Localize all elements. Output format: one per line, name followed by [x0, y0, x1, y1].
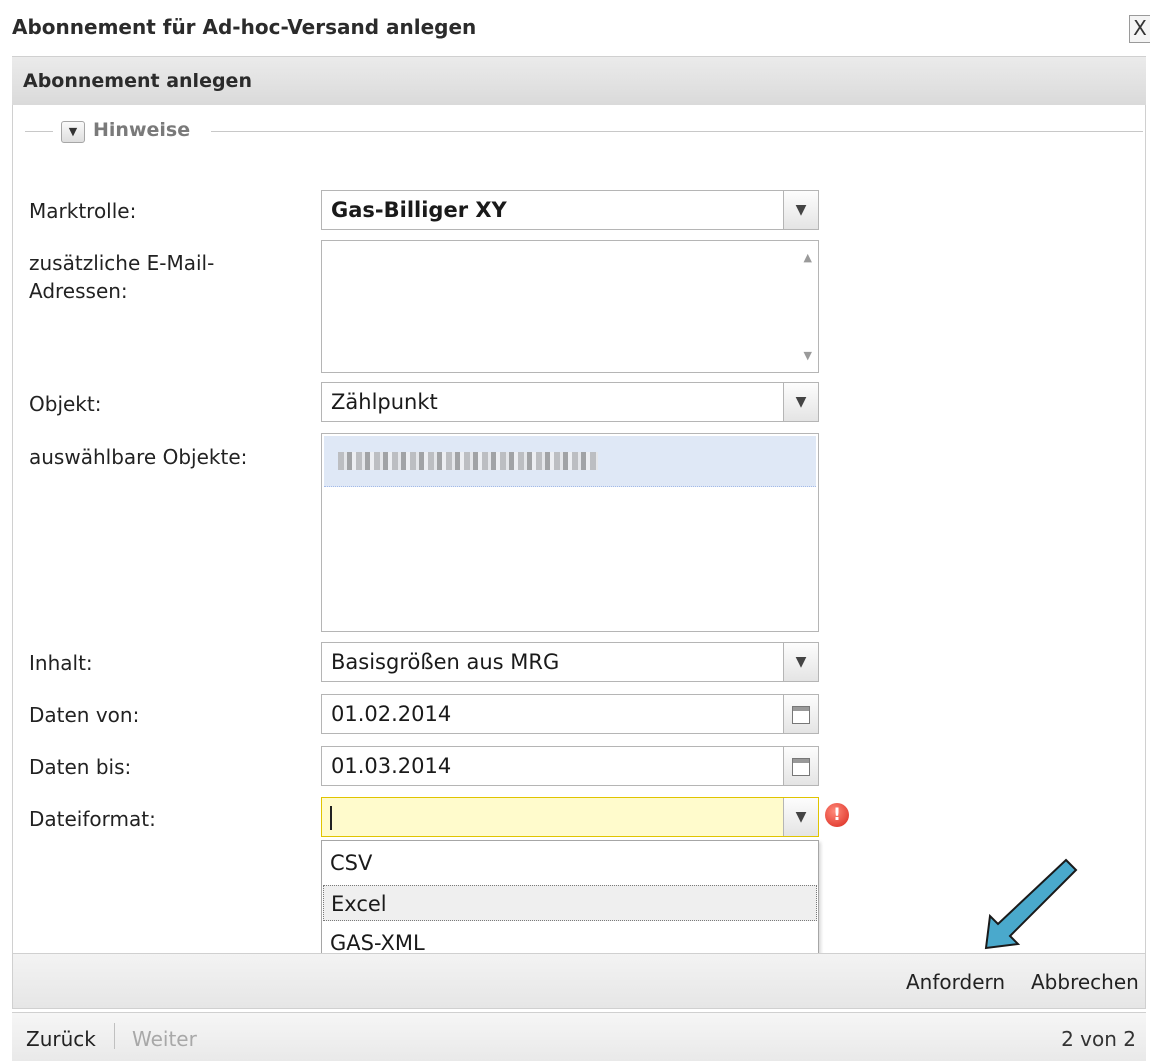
label-email-addresses-line2: Adressen: — [29, 279, 128, 303]
label-inhalt: Inhalt: — [29, 651, 93, 675]
label-objekt: Objekt: — [29, 392, 102, 416]
back-button[interactable]: Zurück — [26, 1027, 96, 1051]
abbrechen-button[interactable]: Abbrechen — [1031, 970, 1139, 994]
page-indicator: 2 von 2 — [1061, 1027, 1136, 1051]
list-item-selected[interactable] — [324, 436, 816, 487]
nav-separator — [114, 1023, 115, 1049]
objekt-combobox[interactable]: Zählpunkt ▼ — [321, 382, 819, 422]
label-email-addresses-line1: zusätzliche E-Mail- — [29, 251, 215, 275]
close-icon: X — [1133, 16, 1147, 40]
objekt-dropdown-trigger[interactable]: ▼ — [783, 383, 818, 421]
annotation-arrow-icon — [984, 858, 1078, 950]
fieldset-line-left — [25, 131, 53, 132]
dateiformat-options-list: CSV Excel GAS-XML — [321, 840, 819, 966]
chevron-down-icon: ▼ — [795, 809, 807, 825]
chevron-down-icon: ▼ — [795, 654, 807, 670]
email-addresses-textarea[interactable]: ▲ ▼ — [321, 240, 819, 373]
dialog-window: Abonnement für Ad-hoc-Versand anlegen X … — [8, 0, 1150, 1061]
label-dateiformat: Dateiformat: — [29, 807, 156, 831]
option-csv[interactable]: CSV — [323, 845, 817, 881]
dateiformat-dropdown-trigger[interactable]: ▼ — [783, 798, 818, 836]
marktrolle-value: Gas-Billiger XY — [331, 198, 507, 222]
daten-von-datefield[interactable]: 01.02.2014 — [321, 694, 819, 734]
panel-header: Abonnement anlegen — [12, 56, 1146, 106]
fieldset-toggle-button[interactable]: ▼ — [61, 121, 85, 143]
close-button[interactable]: X — [1129, 15, 1150, 43]
marktrolle-dropdown-trigger[interactable]: ▼ — [783, 191, 818, 229]
label-auswaehlbare-objekte: auswählbare Objekte: — [29, 445, 248, 469]
text-caret — [330, 806, 332, 830]
calendar-icon — [792, 706, 810, 724]
label-daten-von: Daten von: — [29, 703, 140, 727]
option-excel[interactable]: Excel — [323, 885, 817, 921]
inhalt-dropdown-trigger[interactable]: ▼ — [783, 643, 818, 681]
dialog-titlebar: Abonnement für Ad-hoc-Versand anlegen X — [8, 0, 1150, 56]
daten-bis-datefield[interactable]: 01.03.2014 — [321, 746, 819, 786]
fieldset-line-right — [211, 131, 1143, 132]
inhalt-value: Basisgrößen aus MRG — [331, 650, 560, 674]
auswaehlbare-objekte-list[interactable] — [321, 433, 819, 632]
daten-von-calendar-trigger[interactable] — [783, 695, 818, 733]
dialog-button-toolbar: Anfordern Abbrechen — [12, 953, 1146, 1009]
chevron-down-icon: ▼ — [68, 125, 78, 138]
next-button-disabled[interactable]: Weiter — [132, 1027, 197, 1051]
panel-title: Abonnement anlegen — [23, 70, 252, 92]
marktrolle-combobox[interactable]: Gas-Billiger XY ▼ — [321, 190, 819, 230]
anfordern-button[interactable]: Anfordern — [906, 970, 1005, 994]
dialog-title: Abonnement für Ad-hoc-Versand anlegen — [12, 15, 477, 39]
wizard-nav-bar: Zurück Weiter 2 von 2 — [12, 1012, 1146, 1061]
scroll-down-icon[interactable]: ▼ — [804, 349, 812, 362]
daten-bis-calendar-trigger[interactable] — [783, 747, 818, 785]
redacted-object-name — [338, 452, 598, 470]
chevron-down-icon: ▼ — [795, 394, 807, 410]
label-marktrolle: Marktrolle: — [29, 199, 137, 223]
inhalt-combobox[interactable]: Basisgrößen aus MRG ▼ — [321, 642, 819, 682]
objekt-value: Zählpunkt — [331, 390, 438, 414]
fieldset-legend-hinweise[interactable]: Hinweise — [93, 119, 190, 141]
chevron-down-icon: ▼ — [795, 202, 807, 218]
form-panel: ▼ Hinweise Marktrolle: Gas-Billiger XY ▼… — [12, 105, 1146, 966]
error-icon[interactable]: ! — [825, 803, 849, 827]
label-daten-bis: Daten bis: — [29, 755, 132, 779]
dateiformat-combobox[interactable]: ▼ — [321, 797, 819, 837]
daten-von-value: 01.02.2014 — [331, 702, 452, 726]
calendar-icon — [792, 758, 810, 776]
scroll-up-icon[interactable]: ▲ — [804, 251, 812, 264]
daten-bis-value: 01.03.2014 — [331, 754, 452, 778]
